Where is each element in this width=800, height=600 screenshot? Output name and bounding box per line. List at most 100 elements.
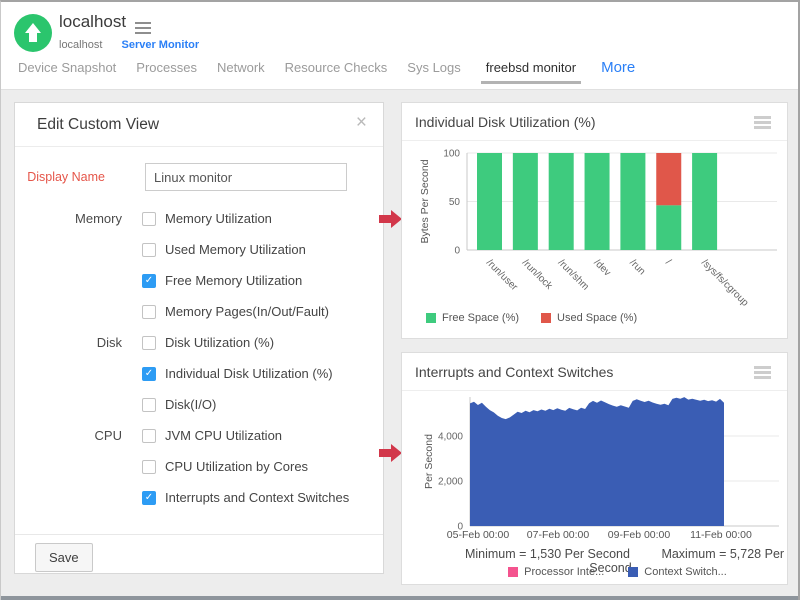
tab-bar: Device Snapshot Processes Network Resource … <box>18 59 635 85</box>
checkbox-memory-pages-in-out-fault[interactable] <box>142 305 156 319</box>
metric-row: Disk Disk Utilization (%) <box>15 327 383 358</box>
group-label: Disk <box>15 335 122 350</box>
svg-text:09-Feb 00:00: 09-Feb 00:00 <box>608 529 671 541</box>
tab-sys-logs[interactable]: Sys Logs <box>407 60 460 84</box>
display-name-row: Display Name <box>15 163 383 193</box>
chart-menu-icon[interactable] <box>754 366 771 381</box>
legend-item-processor-inte[interactable]: Processor Inte... <box>508 566 604 578</box>
arrow-up-icon-stem <box>29 32 37 42</box>
metric-row: Disk(I/O) <box>15 389 383 420</box>
window-bottom-edge <box>1 596 798 600</box>
metric-label: Interrupts and Context Switches <box>165 490 349 505</box>
checkbox-free-memory-utilization[interactable]: ✓ <box>142 274 156 288</box>
breadcrumb: localhost Server Monitor <box>59 39 199 51</box>
top-bar: localhost localhost Server Monitor Devic… <box>1 2 798 90</box>
display-name-input[interactable] <box>145 163 347 191</box>
red-arrow-icon-disk <box>379 210 402 228</box>
interrupts-chart-legend: Processor Inte... Context Switch... <box>448 566 787 578</box>
metric-rows: Memory Memory Utilization Used Memory Util… <box>15 203 383 513</box>
metric-label: Memory Pages(In/Out/Fault) <box>165 304 329 319</box>
save-button[interactable]: Save <box>35 543 93 572</box>
legend-label: Free Space (%) <box>442 312 519 324</box>
monitor-status-avatar <box>14 14 52 52</box>
svg-text:Per Second: Per Second <box>423 434 435 489</box>
modal-footer: Save <box>15 534 383 573</box>
display-name-label: Display Name <box>15 170 105 184</box>
disk-utilization-card: Individual Disk Utilization (%) 0 50 100 By… <box>401 102 788 339</box>
chart-menu-icon[interactable] <box>754 116 771 131</box>
svg-text:05-Feb 00:00: 05-Feb 00:00 <box>447 529 510 541</box>
legend-item-context-switch[interactable]: Context Switch... <box>628 566 727 578</box>
metric-label: Disk Utilization (%) <box>165 335 274 350</box>
metric-label: CPU Utilization by Cores <box>165 459 308 474</box>
interrupts-chart-title: Interrupts and Context Switches <box>415 364 613 380</box>
metric-row: Memory Pages(In/Out/Fault) <box>15 296 383 327</box>
legend-swatch-icon <box>508 567 518 577</box>
disk-chart-title: Individual Disk Utilization (%) <box>415 114 596 130</box>
svg-text:07-Feb 00:00: 07-Feb 00:00 <box>527 529 590 541</box>
legend-label: Context Switch... <box>644 566 727 578</box>
close-icon[interactable]: × <box>356 112 367 134</box>
metric-row: ✓ Interrupts and Context Switches <box>15 482 383 513</box>
metric-label: Memory Utilization <box>165 211 272 226</box>
edit-custom-view-modal: Edit Custom View × Display Name MemoryMe… <box>14 102 384 574</box>
breadcrumb-host: localhost <box>59 39 102 51</box>
svg-text:/run/user: /run/user <box>484 257 520 293</box>
minimum-value: Minimum = 1,530 Per Second <box>465 547 630 561</box>
svg-text:100: 100 <box>443 149 460 160</box>
tab-device-snapshot[interactable]: Device Snapshot <box>18 60 116 84</box>
legend-swatch-icon <box>628 567 638 577</box>
modal-title: Edit Custom View <box>37 116 159 134</box>
svg-text:/sys/fs/cgroup: /sys/fs/cgroup <box>699 257 751 309</box>
disk-chart-legend: Free Space (%) Used Space (%) <box>426 312 637 324</box>
legend-label: Used Space (%) <box>557 312 637 324</box>
legend-swatch-icon <box>541 313 551 323</box>
metric-label: Disk(I/O) <box>165 397 216 412</box>
svg-text:/run: /run <box>627 257 647 277</box>
svg-text:4,000: 4,000 <box>438 432 463 443</box>
metric-label: Used Memory Utilization <box>165 242 306 257</box>
group-label: CPU <box>15 428 122 443</box>
svg-text:Bytes Per Second: Bytes Per Second <box>419 159 431 243</box>
modal-header: Edit Custom View × <box>15 103 383 147</box>
metric-label: Individual Disk Utilization (%) <box>165 366 333 381</box>
red-arrow-icon-interrupts <box>379 444 402 462</box>
metric-label: JVM CPU Utilization <box>165 428 282 443</box>
tab-processes[interactable]: Processes <box>136 60 197 84</box>
hamburger-icon[interactable] <box>135 22 151 37</box>
interrupts-chart: 02,0004,000Per Second05-Feb 00:0007-Feb … <box>402 386 789 544</box>
checkbox-disk-utilization[interactable] <box>142 336 156 350</box>
metric-row: ✓ Individual Disk Utilization (%) <box>15 358 383 389</box>
checkbox-disk-i-o[interactable] <box>142 398 156 412</box>
group-label: Memory <box>15 211 122 226</box>
disk-card-header: Individual Disk Utilization (%) <box>402 103 787 141</box>
legend-label: Processor Inte... <box>524 566 604 578</box>
metric-row: Memory Memory Utilization <box>15 203 383 234</box>
svg-text:/: / <box>663 257 673 267</box>
tab-resource-checks[interactable]: Resource Checks <box>285 60 388 84</box>
checkbox-jvm-cpu-utilization[interactable] <box>142 429 156 443</box>
checkbox-memory-utilization[interactable] <box>142 212 156 226</box>
metric-row: CPU JVM CPU Utilization <box>15 420 383 451</box>
breadcrumb-link-server-monitor[interactable]: Server Monitor <box>121 39 199 51</box>
checkbox-individual-disk-utilization[interactable]: ✓ <box>142 367 156 381</box>
checkbox-used-memory-utilization[interactable] <box>142 243 156 257</box>
svg-text:/run/lock: /run/lock <box>520 257 555 292</box>
tab-freebsd-monitor[interactable]: freebsd monitor <box>481 60 581 84</box>
legend-item-free-space[interactable]: Free Space (%) <box>426 312 519 324</box>
interrupts-card: Interrupts and Context Switches 02,0004,… <box>401 352 788 585</box>
legend-item-used-space[interactable]: Used Space (%) <box>541 312 637 324</box>
svg-text:/dev: /dev <box>591 257 612 278</box>
disk-utilization-chart: 0 50 100 Bytes Per Second/run/user/run/lock… <box>402 141 789 319</box>
checkbox-cpu-utilization-by-cores[interactable] <box>142 460 156 474</box>
svg-text:11-Feb 00:00: 11-Feb 00:00 <box>690 529 752 541</box>
tab-network[interactable]: Network <box>217 60 265 84</box>
checkbox-interrupts-and-context-switches[interactable]: ✓ <box>142 491 156 505</box>
legend-swatch-icon <box>426 313 436 323</box>
metric-row: CPU Utilization by Cores <box>15 451 383 482</box>
tab-more[interactable]: More <box>601 59 635 85</box>
server-monitor-page: localhost localhost Server Monitor Devic… <box>0 0 800 600</box>
svg-text:/run/shm: /run/shm <box>556 257 591 292</box>
svg-text:50: 50 <box>449 197 461 208</box>
svg-text:0: 0 <box>454 246 460 257</box>
